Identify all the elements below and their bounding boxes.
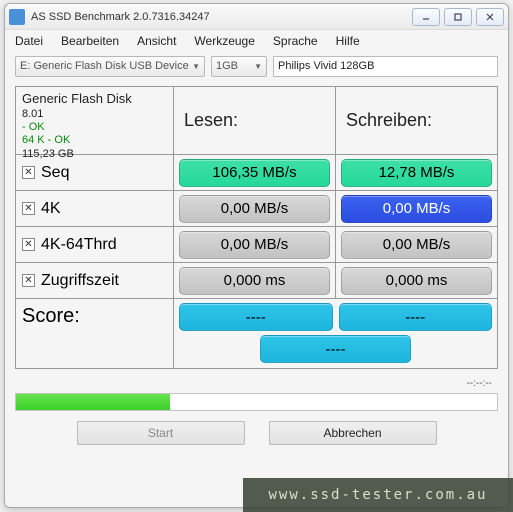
- close-button[interactable]: [476, 8, 504, 26]
- disk-name-field[interactable]: Philips Vivid 128GB: [273, 56, 498, 77]
- row-label: 4K: [41, 200, 61, 218]
- 4k64-write-value: 0,00 MB/s: [341, 231, 492, 259]
- read-header: Lesen:: [174, 87, 336, 155]
- chevron-down-icon: ▼: [192, 62, 200, 71]
- button-row: Start Abbrechen: [15, 421, 498, 445]
- checkbox-4k[interactable]: ✕: [22, 202, 35, 215]
- access-write-value: 0,000 ms: [341, 267, 492, 295]
- device-dropdown-value: E: Generic Flash Disk USB Device: [20, 60, 189, 72]
- menu-datei[interactable]: Datei: [15, 34, 43, 48]
- content-area: Generic Flash Disk 8.01 - OK 64 K - OK 1…: [5, 80, 508, 507]
- window-controls: [412, 8, 504, 26]
- start-button[interactable]: Start: [77, 421, 245, 445]
- window-title: AS SSD Benchmark 2.0.7316.34247: [31, 11, 412, 23]
- row-4k: ✕ 4K 0,00 MB/s 0,00 MB/s: [16, 191, 498, 227]
- row-score: Score: ---- ---- ----: [16, 299, 498, 369]
- disk-status2: 64 K - OK: [22, 134, 70, 147]
- row-label: 4K-64Thrd: [41, 236, 117, 254]
- score-total: ----: [260, 335, 410, 363]
- row-label: Zugriffszeit: [41, 272, 119, 290]
- chevron-down-icon: ▼: [254, 62, 262, 71]
- menu-werkzeuge[interactable]: Werkzeuge: [194, 34, 254, 48]
- menu-ansicht[interactable]: Ansicht: [137, 34, 176, 48]
- 4k64-read-value: 0,00 MB/s: [179, 231, 330, 259]
- menubar: Datei Bearbeiten Ansicht Werkzeuge Sprac…: [5, 30, 508, 52]
- seq-read-value: 106,35 MB/s: [179, 159, 330, 187]
- progress-fill: [16, 394, 170, 410]
- row-seq: ✕ Seq 106,35 MB/s 12,78 MB/s: [16, 155, 498, 191]
- write-header: Schreiben:: [336, 87, 498, 155]
- menu-sprache[interactable]: Sprache: [273, 34, 318, 48]
- score-label: Score:: [16, 299, 174, 369]
- progress-bar: [15, 393, 498, 411]
- app-window: AS SSD Benchmark 2.0.7316.34247 Datei Be…: [4, 3, 509, 508]
- seq-write-value: 12,78 MB/s: [341, 159, 492, 187]
- score-read: ----: [179, 303, 333, 331]
- maximize-button[interactable]: [444, 8, 472, 26]
- size-dropdown[interactable]: 1GB ▼: [211, 56, 267, 77]
- titlebar: AS SSD Benchmark 2.0.7316.34247: [5, 4, 508, 30]
- score-values: ---- ---- ----: [174, 299, 498, 369]
- row-label-cell: ✕ Seq: [16, 155, 174, 191]
- disk-name-value: Philips Vivid 128GB: [278, 60, 374, 72]
- size-dropdown-value: 1GB: [216, 60, 238, 72]
- access-read-value: 0,000 ms: [179, 267, 330, 295]
- row-access: ✕ Zugriffszeit 0,000 ms 0,000 ms: [16, 263, 498, 299]
- row-label: Seq: [41, 164, 69, 182]
- device-dropdown[interactable]: E: Generic Flash Disk USB Device ▼: [15, 56, 205, 77]
- 4k-read-value: 0,00 MB/s: [179, 195, 330, 223]
- checkbox-4k64[interactable]: ✕: [22, 238, 35, 251]
- disk-status1: - OK: [22, 121, 45, 134]
- header-row: Generic Flash Disk 8.01 - OK 64 K - OK 1…: [16, 87, 498, 155]
- disk-firmware: 8.01: [22, 108, 43, 121]
- menu-bearbeiten[interactable]: Bearbeiten: [61, 34, 119, 48]
- 4k-write-value: 0,00 MB/s: [341, 195, 492, 223]
- disk-info-cell: Generic Flash Disk 8.01 - OK 64 K - OK 1…: [16, 87, 174, 155]
- minimize-button[interactable]: [412, 8, 440, 26]
- checkbox-seq[interactable]: ✕: [22, 166, 35, 179]
- checkbox-access[interactable]: ✕: [22, 274, 35, 287]
- app-icon: [9, 9, 25, 25]
- menu-hilfe[interactable]: Hilfe: [336, 34, 360, 48]
- abort-button[interactable]: Abbrechen: [269, 421, 437, 445]
- toolbar: E: Generic Flash Disk USB Device ▼ 1GB ▼…: [5, 52, 508, 80]
- score-write: ----: [339, 303, 493, 331]
- results-grid: Generic Flash Disk 8.01 - OK 64 K - OK 1…: [15, 86, 498, 369]
- row-4k64: ✕ 4K-64Thrd 0,00 MB/s 0,00 MB/s: [16, 227, 498, 263]
- status-time: --:--:--: [15, 375, 498, 391]
- disk-model: Generic Flash Disk: [22, 91, 132, 106]
